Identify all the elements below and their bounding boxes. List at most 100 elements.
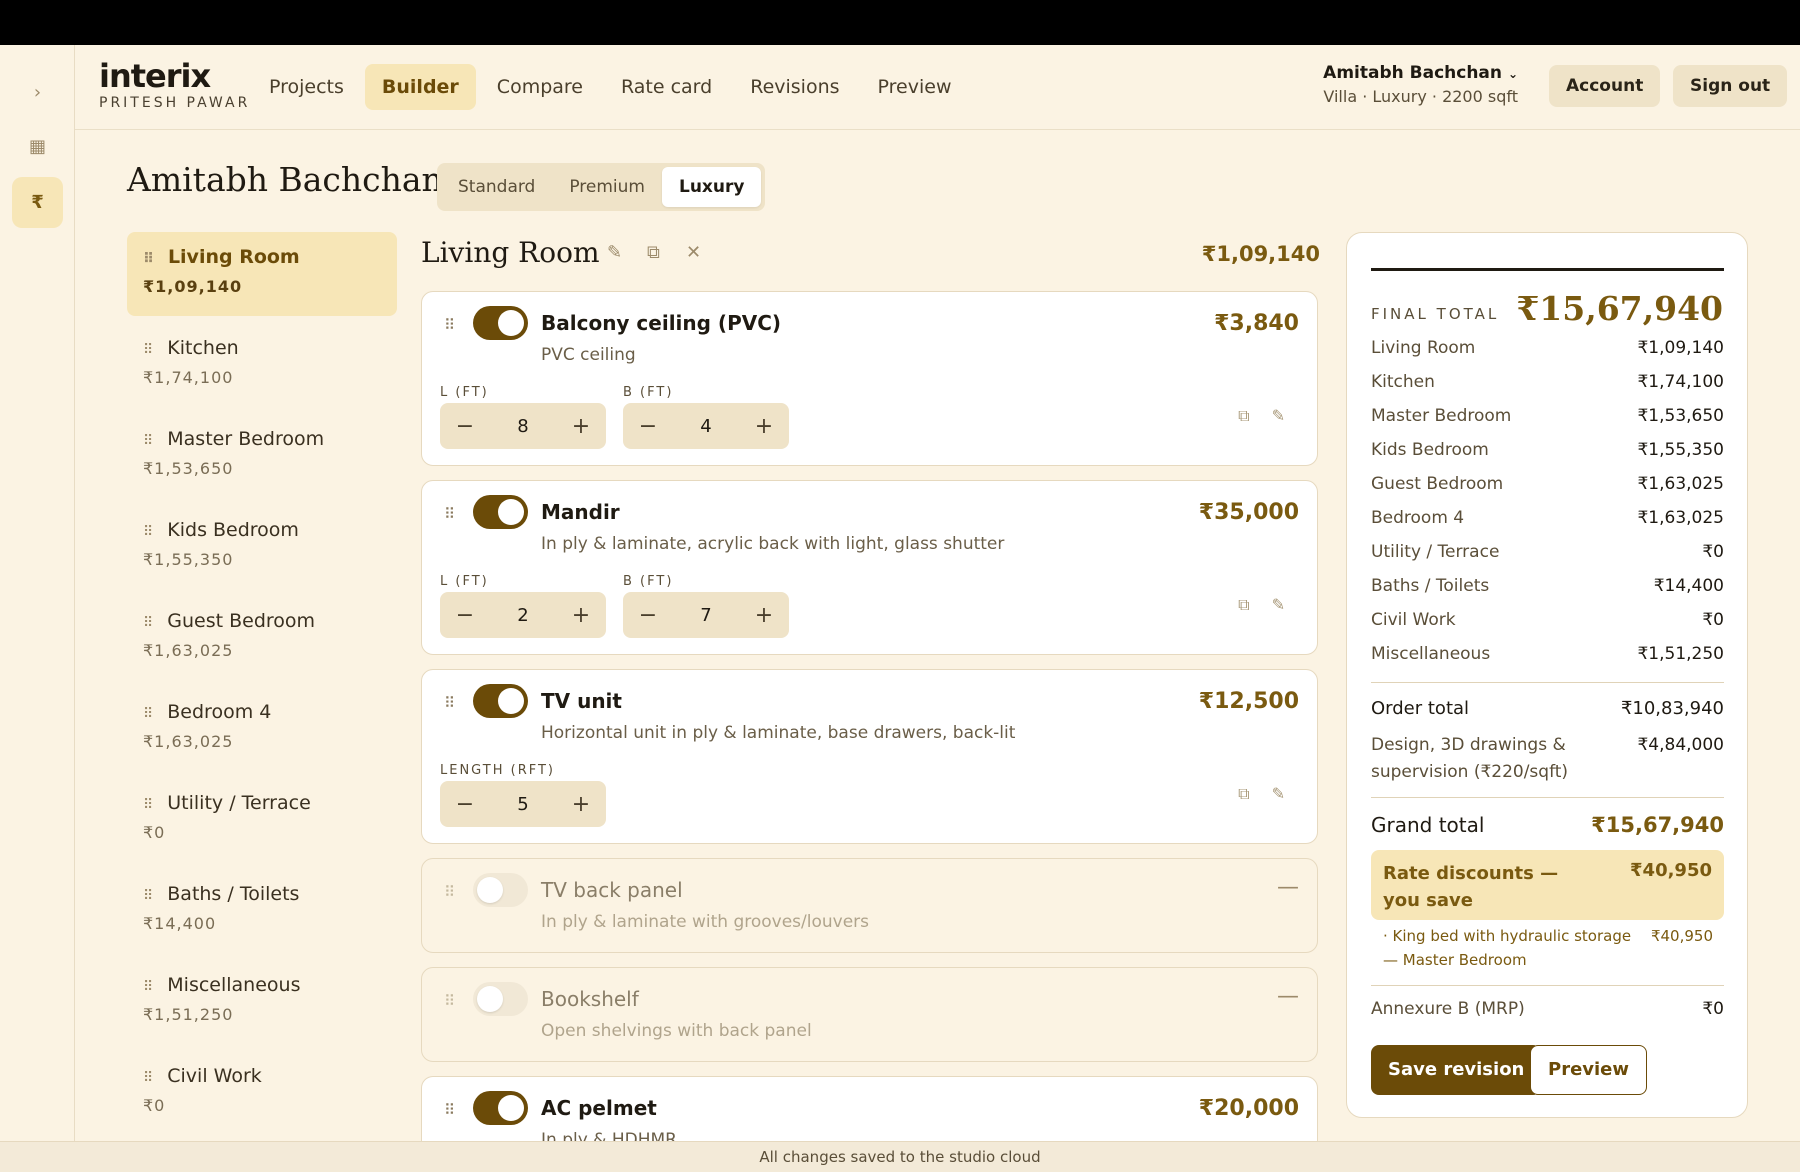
increment-button[interactable]: + <box>566 414 596 439</box>
room-item-kitchen[interactable]: ⠿ Kitchen ₹1,74,100 <box>127 323 397 407</box>
sign-out-button[interactable]: Sign out <box>1673 65 1788 107</box>
item-toggle[interactable] <box>473 495 528 529</box>
tier-premium[interactable]: Premium <box>552 167 662 207</box>
room-item-miscellaneous[interactable]: ⠿ Miscellaneous ₹1,51,250 <box>127 960 397 1044</box>
room-item-bedroom-4[interactable]: ⠿ Bedroom 4 ₹1,63,025 <box>127 687 397 771</box>
account-button[interactable]: Account <box>1549 65 1661 107</box>
drag-handle-icon[interactable]: ⠿ <box>143 433 153 449</box>
item-toggle[interactable] <box>473 873 528 907</box>
drag-handle-icon[interactable]: ⠿ <box>143 342 153 358</box>
room-item-baths-toilets[interactable]: ⠿ Baths / Toilets ₹14,400 <box>127 869 397 953</box>
room-name: Kids Bedroom <box>167 519 299 541</box>
drag-handle-icon[interactable]: ⠿ <box>143 979 153 995</box>
room-name: Master Bedroom <box>167 428 325 450</box>
nav-compare[interactable]: Compare <box>480 64 600 110</box>
nav-rate-card[interactable]: Rate card <box>604 64 729 110</box>
drag-handle-icon[interactable]: ⠿ <box>444 992 455 1010</box>
design-fee-row: Design, 3D drawings & supervision (₹220/… <box>1371 732 1724 786</box>
duplicate-icon[interactable]: ⧉ <box>1238 784 1271 803</box>
increment-button[interactable]: + <box>566 603 596 628</box>
room-list: ⠿ Living Room ₹1,09,140 ⠿ Kitchen ₹1,74,10… <box>127 232 397 1142</box>
grid-icon[interactable]: ▦ <box>12 121 63 172</box>
left-rail: › ▦ ₹ <box>0 45 75 1141</box>
room-item-kids-bedroom[interactable]: ⠿ Kids Bedroom ₹1,55,350 <box>127 505 397 589</box>
decrement-button[interactable]: − <box>450 414 480 439</box>
edit-icon[interactable]: ✎ <box>1272 784 1285 803</box>
logo[interactable]: interix PRITESH PAWAR <box>99 59 250 111</box>
item-description: In ply & laminate, acrylic back with lig… <box>541 534 1005 554</box>
drag-handle-icon[interactable]: ⠿ <box>444 316 455 334</box>
annexure-label: Annexure B (MRP) <box>1371 999 1525 1019</box>
decrement-button[interactable]: − <box>633 414 663 439</box>
decrement-button[interactable]: − <box>450 603 480 628</box>
drag-handle-icon[interactable]: ⠿ <box>143 1070 153 1086</box>
brand-subtitle: PRITESH PAWAR <box>99 95 251 111</box>
drag-handle-icon[interactable]: ⠿ <box>143 888 153 904</box>
drag-handle-icon[interactable]: ⠿ <box>444 505 455 523</box>
drag-handle-icon[interactable]: ⠿ <box>143 251 154 267</box>
item-description: Open shelvings with back panel <box>541 1021 812 1041</box>
stepper-value[interactable]: 8 <box>517 416 528 437</box>
order-total-row: Order total ₹10,83,940 <box>1371 698 1724 719</box>
divider <box>1371 985 1724 986</box>
window-topbar <box>0 0 1800 45</box>
drag-handle-icon[interactable]: ⠿ <box>444 694 455 712</box>
item-toggle[interactable] <box>473 982 528 1016</box>
room-amount: ₹1,74,100 <box>143 368 234 387</box>
item-name: AC pelmet <box>541 1096 657 1120</box>
save-revision-button[interactable]: Save revision <box>1371 1045 1542 1095</box>
room-item-utility-terrace[interactable]: ⠿ Utility / Terrace ₹0 <box>127 778 397 862</box>
item-toggle[interactable] <box>473 1091 528 1125</box>
stepper-value[interactable]: 2 <box>517 605 528 626</box>
edit-icon[interactable]: ✎ <box>1272 595 1285 614</box>
duplicate-icon[interactable]: ⧉ <box>1238 595 1271 614</box>
room-item-civil-work[interactable]: ⠿ Civil Work ₹0 <box>127 1051 397 1135</box>
final-total-value: ₹15,67,940 <box>1516 289 1723 328</box>
tier-standard[interactable]: Standard <box>441 167 552 207</box>
summary-row-label: Bedroom 4 <box>1371 508 1465 528</box>
room-item-living-room[interactable]: ⠿ Living Room ₹1,09,140 <box>127 232 397 316</box>
expand-rail-icon[interactable]: › <box>12 67 63 118</box>
preview-button[interactable]: Preview <box>1530 1045 1648 1095</box>
drag-handle-icon[interactable]: ⠿ <box>143 797 153 813</box>
nav-preview[interactable]: Preview <box>861 64 969 110</box>
edit-icon[interactable]: ✎ <box>607 242 622 263</box>
room-name: Miscellaneous <box>167 974 301 996</box>
room-item-guest-bedroom[interactable]: ⠿ Guest Bedroom ₹1,63,025 <box>127 596 397 680</box>
collapse-icon[interactable]: — <box>1277 875 1299 900</box>
item-toggle[interactable] <box>473 306 528 340</box>
rupee-icon[interactable]: ₹ <box>12 177 63 228</box>
nav-builder[interactable]: Builder <box>364 64 476 110</box>
collapse-icon[interactable]: — <box>1277 984 1299 1009</box>
user-menu[interactable]: Amitabh Bachchan ⌄ Villa · Luxury · 2200… <box>1323 63 1518 106</box>
edit-icon[interactable]: ✎ <box>1272 406 1285 425</box>
stepper-value[interactable]: 7 <box>700 605 711 626</box>
drag-handle-icon[interactable]: ⠿ <box>143 615 153 631</box>
tier-luxury[interactable]: Luxury <box>662 167 762 207</box>
summary-row-label: Kitchen <box>1371 372 1435 392</box>
duplicate-icon[interactable]: ⧉ <box>1238 406 1271 425</box>
summary-row-value: ₹1,74,100 <box>1637 372 1724 392</box>
stepper-value[interactable]: 4 <box>700 416 711 437</box>
increment-button[interactable]: + <box>566 792 596 817</box>
item-description: PVC ceiling <box>541 345 636 365</box>
drag-handle-icon[interactable]: ⠿ <box>143 524 153 540</box>
stepper-value[interactable]: 5 <box>517 794 528 815</box>
item-price: ₹3,840 <box>1214 311 1299 336</box>
nav-revisions[interactable]: Revisions <box>733 64 856 110</box>
drag-handle-icon[interactable]: ⠿ <box>444 883 455 901</box>
decrement-button[interactable]: − <box>633 603 663 628</box>
nav-projects[interactable]: Projects <box>252 64 361 110</box>
increment-button[interactable]: + <box>749 603 779 628</box>
drag-handle-icon[interactable]: ⠿ <box>444 1101 455 1119</box>
room-item-master-bedroom[interactable]: ⠿ Master Bedroom ₹1,53,650 <box>127 414 397 498</box>
room-amount: ₹1,63,025 <box>143 641 234 660</box>
drag-handle-icon[interactable]: ⠿ <box>143 706 153 722</box>
discount-item-label: · King bed with hydraulic storage — Mast… <box>1383 927 1632 969</box>
increment-button[interactable]: + <box>749 414 779 439</box>
close-icon[interactable]: ✕ <box>686 242 701 263</box>
decrement-button[interactable]: − <box>450 792 480 817</box>
item-toggle[interactable] <box>473 684 528 718</box>
length-stepper: − 8 + <box>440 403 606 449</box>
duplicate-icon[interactable]: ⧉ <box>647 242 660 263</box>
